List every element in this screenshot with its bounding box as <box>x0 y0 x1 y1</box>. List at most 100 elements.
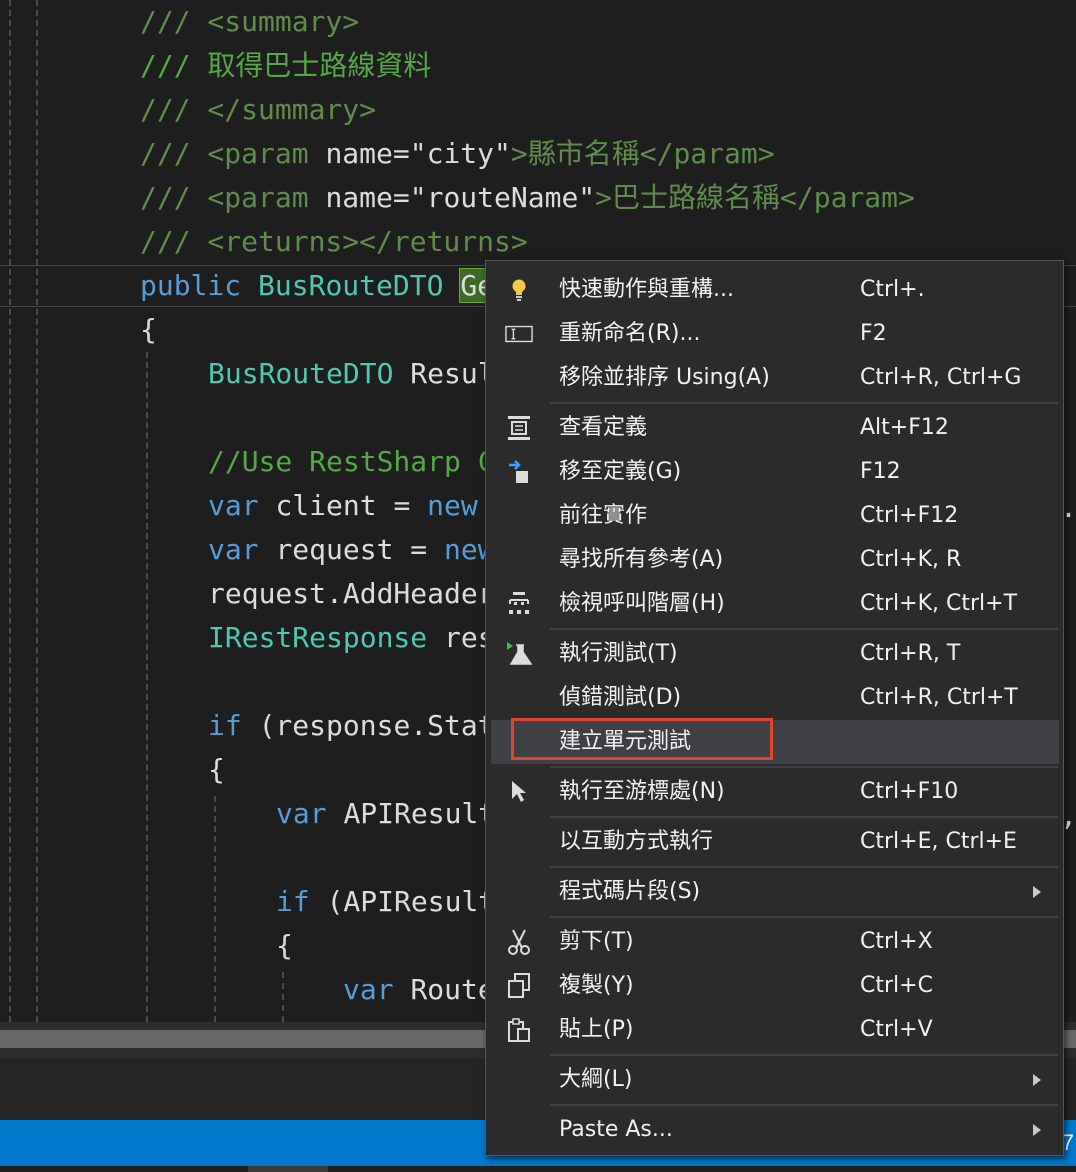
menu-separator <box>550 402 1058 404</box>
menu-item-label: 剪下(T) <box>559 929 634 954</box>
menu-item[interactable]: 剪下(T) Ctrl+X <box>491 920 1059 964</box>
menu-item-label: 檢視呼叫階層(H) <box>559 591 725 616</box>
code-token: var <box>276 797 344 830</box>
call-hierarchy-icon <box>505 591 533 617</box>
menu-item[interactable]: 尋找所有參考(A) Ctrl+K, R <box>491 538 1059 582</box>
context-menu: 快速動作與重構... Ctrl+. 重新命名(R)... F2 移除並排序 Using(… <box>485 260 1064 1156</box>
code-line: if (response.Stat <box>208 704 495 748</box>
menu-item[interactable]: 以互動方式執行 Ctrl+E, Ctrl+E <box>491 820 1059 864</box>
code-token: Resul <box>410 357 495 390</box>
menu-item[interactable]: 執行測試(T) Ctrl+R, T <box>491 632 1059 676</box>
menu-item[interactable]: Paste As... <box>491 1108 1059 1152</box>
code-token: APIResult <box>343 797 496 830</box>
code-line: BusRouteDTO Resul <box>208 352 495 396</box>
menu-item-label: 尋找所有參考(A) <box>559 547 724 572</box>
menu-item[interactable]: 執行至游標處(N) Ctrl+F10 <box>491 770 1059 814</box>
lightbulb-icon <box>505 277 533 303</box>
menu-item-shortcut: Ctrl+R, Ctrl+T <box>860 685 1018 710</box>
code-line: var request = new <box>208 528 495 572</box>
code-token: /// </summary> <box>140 93 377 126</box>
menu-item[interactable]: 快速動作與重構... Ctrl+. <box>491 268 1059 312</box>
indent-guide <box>9 0 11 1022</box>
menu-item-label: 執行至游標處(N) <box>559 779 725 804</box>
code-token: BusRouteDTO <box>258 269 461 302</box>
menu-item-label: 大綱(L) <box>559 1067 633 1092</box>
code-token: IRestResponse <box>208 621 445 654</box>
menu-item-label: 移除並排序 Using(A) <box>559 365 770 390</box>
menu-separator <box>550 628 1058 630</box>
menu-item-label: Paste As... <box>559 1117 673 1142</box>
run-test-icon <box>505 641 533 667</box>
annotation-highlight-box <box>511 718 773 760</box>
menu-item-shortcut: F12 <box>860 459 901 484</box>
go-to-definition-icon <box>505 459 533 485</box>
paste-icon <box>505 1017 533 1043</box>
menu-item-label: 貼上(P) <box>559 1017 634 1042</box>
menu-item-shortcut: Ctrl+F12 <box>860 503 959 528</box>
code-line: /// <returns></returns> <box>140 220 528 264</box>
menu-item-label: 偵錯測試(D) <box>559 685 682 710</box>
menu-item[interactable]: 查看定義 Alt+F12 <box>491 406 1059 450</box>
code-token: >縣市名稱</param> <box>510 137 775 170</box>
menu-item[interactable]: 重新命名(R)... F2 <box>491 312 1059 356</box>
menu-item-shortcut: Ctrl+R, T <box>860 641 961 666</box>
code-token: new <box>427 489 478 522</box>
menu-item[interactable]: 前往實作 Ctrl+F12 <box>491 494 1059 538</box>
submenu-arrow-icon <box>1033 1074 1041 1086</box>
menu-item-label: 查看定義 <box>559 415 648 440</box>
code-token: { <box>276 929 293 962</box>
code-line: public BusRouteDTO Ge <box>140 264 496 308</box>
menu-item-shortcut: Ctrl+. <box>860 277 925 302</box>
menu-item[interactable]: 大綱(L) <box>491 1058 1059 1102</box>
code-line: /// 取得巴士路線資料 <box>140 44 431 88</box>
menu-separator <box>550 1104 1058 1106</box>
menu-item-shortcut: Ctrl+V <box>860 1017 933 1042</box>
menu-item[interactable]: 移至定義(G) F12 <box>491 450 1059 494</box>
menu-item-label: 以互動方式執行 <box>559 829 714 854</box>
code-token: var <box>343 973 411 1006</box>
scissors-icon <box>505 929 533 955</box>
menu-item-shortcut: Ctrl+K, Ctrl+T <box>860 591 1018 616</box>
menu-item-label: 快速動作與重構... <box>559 277 734 302</box>
code-token: /// <param <box>140 181 326 214</box>
menu-item[interactable]: 程式碼片段(S) <box>491 870 1059 914</box>
menu-item-shortcut: Ctrl+K, R <box>860 547 962 572</box>
code-token: public <box>140 269 259 302</box>
menu-item-shortcut: F2 <box>860 321 887 346</box>
code-token: /// <returns></returns> <box>140 225 528 258</box>
menu-item[interactable]: 檢視呼叫階層(H) Ctrl+K, Ctrl+T <box>491 582 1059 626</box>
copy-icon <box>505 973 533 999</box>
menu-item[interactable]: 移除並排序 Using(A) Ctrl+R, Ctrl+G <box>491 356 1059 400</box>
submenu-arrow-icon <box>1033 886 1041 898</box>
menu-item-label: 移至定義(G) <box>559 459 682 484</box>
code-token: >巴士路線名稱</param> <box>595 181 915 214</box>
menu-separator <box>550 916 1058 918</box>
code-token: request = <box>275 533 445 566</box>
code-line: { <box>140 308 157 352</box>
menu-item-label: 複製(Y) <box>559 973 634 998</box>
menu-separator <box>550 866 1058 868</box>
code-token: var <box>208 533 276 566</box>
code-line: { <box>276 924 293 968</box>
cursor-icon <box>505 779 533 805</box>
menu-item-shortcut: Ctrl+F10 <box>860 779 959 804</box>
code-token: var <box>208 489 276 522</box>
menu-item[interactable]: 複製(Y) Ctrl+C <box>491 964 1059 1008</box>
menu-separator <box>550 816 1058 818</box>
code-token: if <box>208 709 259 742</box>
code-token: name="city" <box>325 137 511 170</box>
code-line: { <box>208 748 225 792</box>
indent-guide <box>146 352 148 1022</box>
menu-item-shortcut: Ctrl+X <box>860 929 933 954</box>
code-line: if (APIResult <box>276 880 495 924</box>
code-token: /// 取得巴士路線資料 <box>140 49 432 82</box>
menu-separator <box>550 1054 1058 1056</box>
code-line: /// </summary> <box>140 88 376 132</box>
submenu-arrow-icon <box>1033 1124 1041 1136</box>
code-line: var Route <box>343 968 495 1012</box>
menu-item[interactable]: 貼上(P) Ctrl+V <box>491 1008 1059 1052</box>
code-token: BusRouteDTO <box>208 357 411 390</box>
menu-item[interactable]: 偵錯測試(D) Ctrl+R, Ctrl+T <box>491 676 1059 720</box>
code-line: /// <param name="routeName">巴士路線名稱</para… <box>140 176 915 220</box>
code-line: var client = new <box>208 484 478 528</box>
